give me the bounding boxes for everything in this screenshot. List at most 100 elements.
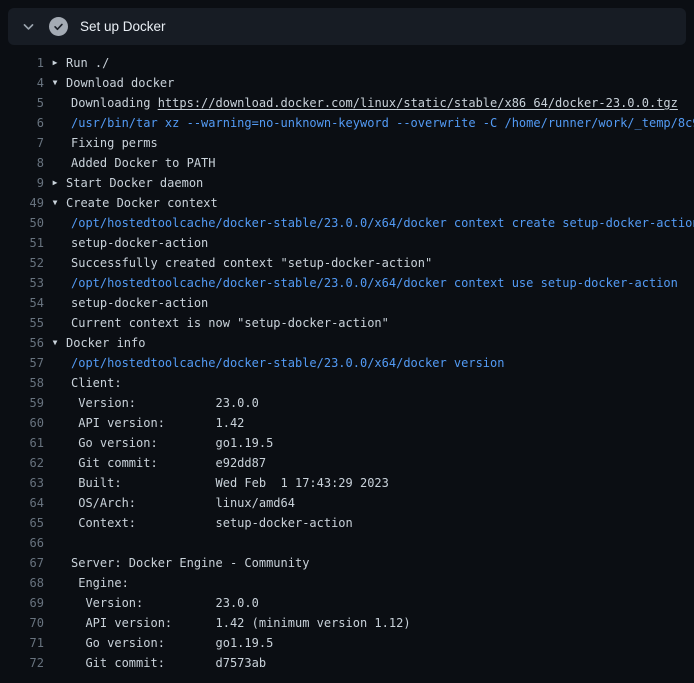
step-header-setup-docker[interactable]: Set up Docker — [8, 8, 686, 45]
line-number[interactable]: 49 — [0, 193, 44, 213]
line-number[interactable]: 9 — [0, 173, 44, 193]
toggle-spacer — [44, 273, 66, 293]
log-line: 4▼Download docker — [0, 73, 694, 93]
toggle-spacer — [44, 593, 66, 613]
log-line: 57/opt/hostedtoolcache/docker-stable/23.… — [0, 353, 694, 373]
line-number[interactable]: 1 — [0, 53, 44, 73]
line-number[interactable]: 50 — [0, 213, 44, 233]
toggle-spacer — [44, 493, 66, 513]
toggle-spacer — [44, 573, 66, 593]
group-title[interactable]: Download docker — [66, 73, 694, 93]
log-line: 52Successfully created context "setup-do… — [0, 253, 694, 273]
line-number[interactable]: 57 — [0, 353, 44, 373]
line-number[interactable]: 68 — [0, 573, 44, 593]
actions-log-viewer: Set up Docker 1▶Run ./4▼Download docker5… — [0, 0, 694, 683]
group-title[interactable]: Create Docker context — [66, 193, 694, 213]
line-number[interactable]: 54 — [0, 293, 44, 313]
toggle-spacer — [44, 133, 66, 153]
log-line: 8Added Docker to PATH — [0, 153, 694, 173]
line-number[interactable]: 66 — [0, 533, 44, 553]
toggle-spacer — [44, 633, 66, 653]
log-text-prefix: Downloading — [71, 96, 158, 110]
line-number[interactable]: 61 — [0, 433, 44, 453]
toggle-spacer — [44, 373, 66, 393]
log-line: 49▼Create Docker context — [0, 193, 694, 213]
log-output: 1▶Run ./4▼Download docker5Downloading ht… — [0, 53, 694, 673]
line-number[interactable]: 71 — [0, 633, 44, 653]
log-line: 66 — [0, 533, 694, 553]
toggle-spacer — [44, 293, 66, 313]
log-text: Version: 23.0.0 — [66, 393, 694, 413]
log-line: 56▼Docker info — [0, 333, 694, 353]
log-text: setup-docker-action — [66, 233, 694, 253]
log-line: 55Current context is now "setup-docker-a… — [0, 313, 694, 333]
log-url-link[interactable]: https://download.docker.com/linux/static… — [158, 96, 678, 110]
log-text: Built: Wed Feb 1 17:43:29 2023 — [66, 473, 694, 493]
log-text: setup-docker-action — [66, 293, 694, 313]
log-line: 50/opt/hostedtoolcache/docker-stable/23.… — [0, 213, 694, 233]
line-number[interactable]: 5 — [0, 93, 44, 113]
line-number[interactable]: 6 — [0, 113, 44, 133]
log-line: 54 setup-docker-action — [0, 293, 694, 313]
log-line: 61 Go version: go1.19.5 — [0, 433, 694, 453]
toggle-spacer — [44, 213, 66, 233]
group-title[interactable]: Start Docker daemon — [66, 173, 694, 193]
line-number[interactable]: 69 — [0, 593, 44, 613]
log-text: Version: 23.0.0 — [66, 593, 694, 613]
line-number[interactable]: 55 — [0, 313, 44, 333]
line-number[interactable]: 65 — [0, 513, 44, 533]
line-number[interactable]: 7 — [0, 133, 44, 153]
line-number[interactable]: 60 — [0, 413, 44, 433]
log-line: 60 API version: 1.42 — [0, 413, 694, 433]
group-collapse-icon[interactable]: ▼ — [44, 333, 66, 353]
line-number[interactable]: 70 — [0, 613, 44, 633]
log-text — [66, 533, 694, 553]
line-number[interactable]: 63 — [0, 473, 44, 493]
line-number[interactable]: 56 — [0, 333, 44, 353]
log-line: 58 Client: — [0, 373, 694, 393]
log-line: 63 Built: Wed Feb 1 17:43:29 2023 — [0, 473, 694, 493]
line-number[interactable]: 4 — [0, 73, 44, 93]
log-text: Git commit: e92dd87 — [66, 453, 694, 473]
toggle-spacer — [44, 453, 66, 473]
line-number[interactable]: 72 — [0, 653, 44, 673]
log-line: 64 OS/Arch: linux/amd64 — [0, 493, 694, 513]
line-number[interactable]: 52 — [0, 253, 44, 273]
step-title: Set up Docker — [80, 19, 166, 34]
log-line: 5 Downloading https://download.docker.com… — [0, 93, 694, 113]
group-expand-icon[interactable]: ▶ — [44, 53, 66, 73]
log-line: 53/opt/hostedtoolcache/docker-stable/23.… — [0, 273, 694, 293]
group-collapse-icon[interactable]: ▼ — [44, 193, 66, 213]
log-text: Go version: go1.19.5 — [66, 433, 694, 453]
log-line: 68 Engine: — [0, 573, 694, 593]
log-text: API version: 1.42 — [66, 413, 694, 433]
log-text: Engine: — [66, 573, 694, 593]
log-line: 69 Version: 23.0.0 — [0, 593, 694, 613]
log-line: 9▶Start Docker daemon — [0, 173, 694, 193]
line-number[interactable]: 53 — [0, 273, 44, 293]
line-number[interactable]: 8 — [0, 153, 44, 173]
log-line: 62 Git commit: e92dd87 — [0, 453, 694, 473]
log-text: Client: — [66, 373, 694, 393]
toggle-spacer — [44, 513, 66, 533]
log-command-text: /opt/hostedtoolcache/docker-stable/23.0.… — [66, 273, 694, 293]
line-number[interactable]: 58 — [0, 373, 44, 393]
log-line: 65 Context: setup-docker-action — [0, 513, 694, 533]
line-number[interactable]: 59 — [0, 393, 44, 413]
log-text: Downloading https://download.docker.com/… — [66, 93, 694, 113]
log-line: 7Fixing perms — [0, 133, 694, 153]
group-collapse-icon[interactable]: ▼ — [44, 73, 66, 93]
line-number[interactable]: 67 — [0, 553, 44, 573]
toggle-spacer — [44, 93, 66, 113]
line-number[interactable]: 62 — [0, 453, 44, 473]
toggle-spacer — [44, 233, 66, 253]
group-title[interactable]: Run ./ — [66, 53, 694, 73]
toggle-spacer — [44, 393, 66, 413]
line-number[interactable]: 64 — [0, 493, 44, 513]
group-title[interactable]: Docker info — [66, 333, 694, 353]
line-number[interactable]: 51 — [0, 233, 44, 253]
group-expand-icon[interactable]: ▶ — [44, 173, 66, 193]
chevron-down-icon[interactable] — [20, 19, 36, 35]
toggle-spacer — [44, 313, 66, 333]
log-command-text: /usr/bin/tar xz --warning=no-unknown-key… — [66, 113, 694, 133]
